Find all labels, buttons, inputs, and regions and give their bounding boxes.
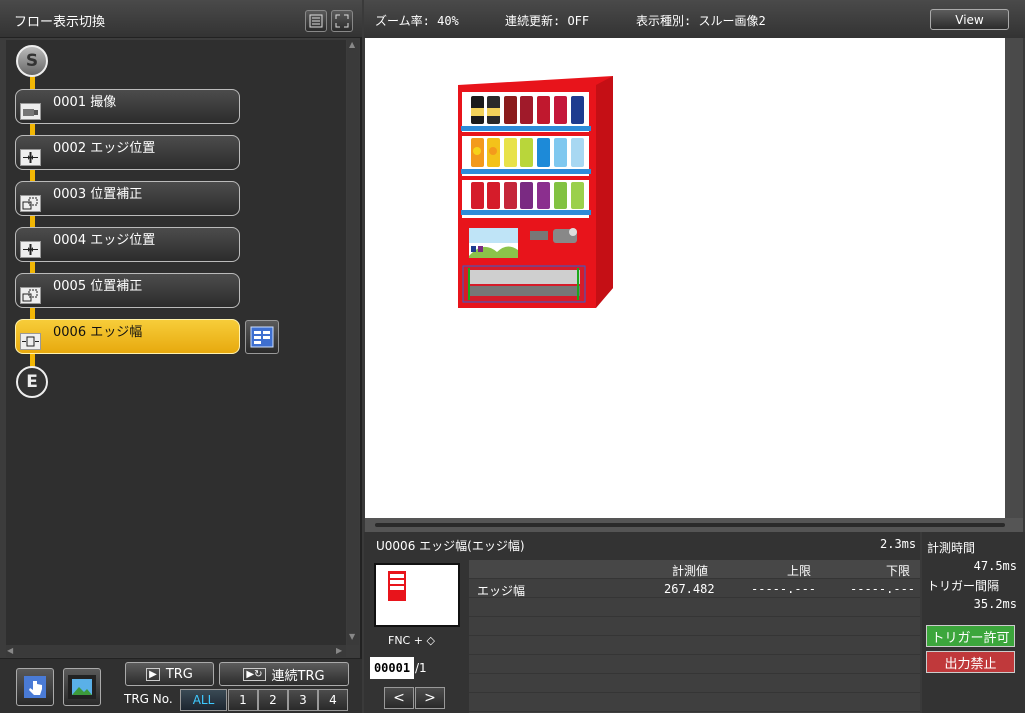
table-row: [469, 655, 920, 674]
film-image-icon: [68, 675, 96, 699]
trg-no-1[interactable]: 1: [228, 689, 258, 711]
camera-icon: [20, 103, 41, 120]
measured-value: 267.482: [664, 582, 715, 596]
edge-position-icon: [20, 149, 41, 166]
measure-time-label: 計測時間: [927, 541, 976, 555]
position-correction-icon: [20, 287, 41, 304]
image-canvas[interactable]: [365, 38, 1005, 518]
scroll-up-icon[interactable]: ▲: [349, 40, 355, 49]
trigger-permit-status[interactable]: トリガー許可: [926, 625, 1015, 647]
next-page-button[interactable]: >: [415, 687, 445, 709]
continuous-play-icon: ▶↻: [243, 667, 266, 681]
scroll-down-icon[interactable]: ▼: [349, 632, 355, 641]
flow-step-label: 0006 エッジ幅: [53, 325, 143, 340]
trg-no-4[interactable]: 4: [318, 689, 348, 711]
flow-step-label: 0005 位置補正: [53, 279, 143, 294]
display-type: 表示種別: スルー画像2: [636, 14, 766, 28]
flow-panel-title: フロー表示切換: [14, 15, 106, 30]
hand-pointer-icon: [24, 676, 46, 698]
continuous-update-status: 連続更新: OFF: [505, 14, 590, 28]
column-lower-limit: 下限: [886, 564, 911, 578]
column-upper-limit: 上限: [787, 564, 812, 578]
flow-end-node: E: [16, 366, 48, 398]
fnc-label: FNC + ◇: [388, 634, 435, 647]
step-detail-button[interactable]: [245, 320, 279, 354]
fullscreen-button[interactable]: [331, 10, 353, 32]
column-measured-value: 計測値: [672, 564, 709, 578]
trg-no-2[interactable]: 2: [258, 689, 288, 711]
flow-step-label: 0001 撮像: [53, 95, 117, 110]
edge-width-icon: [20, 333, 41, 350]
touch-mode-button[interactable]: [16, 668, 54, 706]
page-total: /1: [415, 661, 427, 675]
trg-no-all[interactable]: ALL: [180, 689, 227, 711]
flow-step-5[interactable]: 0005 位置補正: [15, 273, 240, 308]
image-horizontal-scrollbar[interactable]: [365, 518, 1023, 532]
table-row: [469, 674, 920, 693]
trigger-interval-value: 35.2ms: [973, 597, 1017, 611]
output-prohibit-status[interactable]: 出力禁止: [926, 651, 1015, 673]
flow-step-3[interactable]: 0003 位置補正: [15, 181, 240, 216]
table-row: [469, 636, 920, 655]
item-name: エッジ幅: [477, 584, 526, 598]
fullscreen-icon: [335, 14, 349, 28]
flow-step-label: 0002 エッジ位置: [53, 141, 156, 156]
trigger-interval-label: トリガー間隔: [927, 579, 1000, 593]
flow-horizontal-scrollbar[interactable]: ◀ ▶: [6, 645, 346, 657]
edge-position-icon: [20, 241, 41, 258]
table-row: [469, 693, 920, 712]
position-correction-icon: [20, 195, 41, 212]
lower-limit-value: -----.---: [850, 582, 916, 596]
detail-list-icon: [250, 326, 274, 348]
scroll-right-icon[interactable]: ▶: [336, 646, 342, 655]
flow-step-4[interactable]: 0004 エッジ位置: [15, 227, 240, 262]
page-number-input[interactable]: 00001: [370, 657, 414, 679]
view-button[interactable]: View: [930, 9, 1009, 30]
play-icon: ▶: [146, 667, 160, 681]
result-title: U0006 エッジ幅(エッジ幅): [376, 539, 525, 553]
flow-start-node: S: [16, 45, 48, 77]
zoom-rate: ズーム率: 40%: [375, 14, 459, 28]
flow-step-label: 0004 エッジ位置: [53, 233, 156, 248]
flow-step-2[interactable]: 0002 エッジ位置: [15, 135, 240, 170]
unit-processing-time: 2.3ms: [880, 537, 917, 551]
upper-limit-value: -----.---: [751, 582, 817, 596]
table-row: [469, 598, 920, 617]
image-mode-button[interactable]: [63, 668, 101, 706]
vending-machine-image: [458, 76, 613, 308]
trg-button[interactable]: ▶ TRG: [125, 662, 214, 686]
flow-step-1[interactable]: 0001 撮像: [15, 89, 240, 124]
result-thumbnail[interactable]: [374, 563, 460, 627]
flow-step-6[interactable]: 0006 エッジ幅: [15, 319, 240, 354]
flow-vertical-scrollbar[interactable]: ▲ ▼: [347, 40, 359, 645]
continuous-trg-button[interactable]: ▶↻ 連続TRG: [219, 662, 349, 686]
vending-machine-thumbnail: [388, 571, 406, 601]
image-vertical-scrollbar[interactable]: [1005, 38, 1023, 518]
flow-step-label: 0003 位置補正: [53, 187, 143, 202]
trg-no-3[interactable]: 3: [288, 689, 318, 711]
continuous-trg-label: 連続TRG: [271, 668, 325, 684]
list-view-button[interactable]: [305, 10, 327, 32]
trg-button-label: TRG: [165, 666, 193, 682]
trg-no-label: TRG No.: [124, 692, 173, 706]
measure-time-value: 47.5ms: [973, 559, 1017, 573]
prev-page-button[interactable]: <: [384, 687, 414, 709]
scroll-left-icon[interactable]: ◀: [7, 646, 13, 655]
table-row: [469, 617, 920, 636]
list-view-icon: [309, 14, 323, 28]
